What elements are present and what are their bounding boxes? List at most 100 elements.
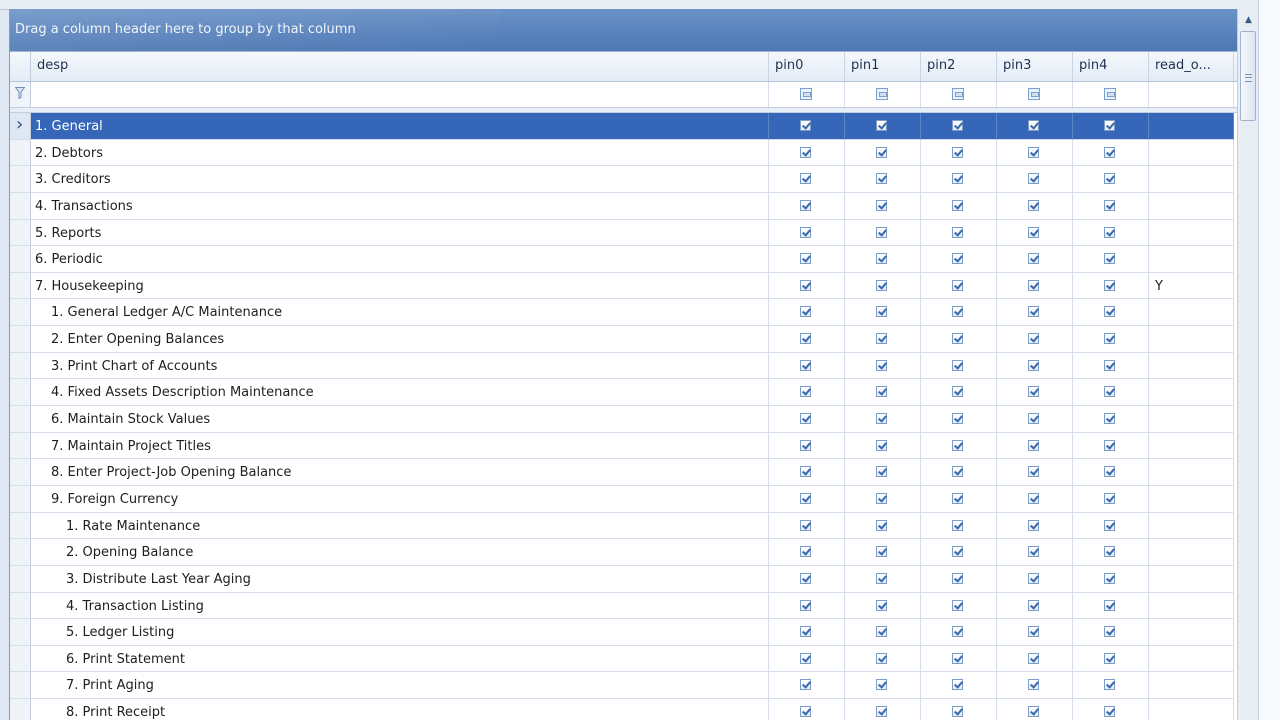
checkbox-pin0[interactable] bbox=[800, 120, 811, 131]
checkbox-pin3[interactable] bbox=[1028, 706, 1039, 718]
checkbox-pin1[interactable] bbox=[876, 492, 887, 504]
row-indicator-cell[interactable] bbox=[10, 219, 31, 247]
checkbox-pin3[interactable] bbox=[1028, 519, 1039, 531]
checkbox-pin1[interactable] bbox=[876, 626, 887, 638]
checkbox-pin1[interactable] bbox=[876, 333, 887, 345]
table-row[interactable]: 8. Print Receipt bbox=[10, 699, 1238, 720]
checkbox-pin2[interactable] bbox=[952, 226, 963, 238]
table-row[interactable]: 3. Distribute Last Year Aging bbox=[10, 565, 1238, 593]
checkbox-pin4[interactable] bbox=[1104, 333, 1115, 345]
checkbox-pin3[interactable] bbox=[1028, 572, 1039, 584]
checkbox-pin1[interactable] bbox=[876, 306, 887, 318]
row-indicator-cell[interactable] bbox=[10, 485, 31, 513]
cell-desp[interactable]: 5. Reports bbox=[31, 219, 769, 247]
checkbox-pin1[interactable] bbox=[876, 226, 887, 238]
row-indicator-cell[interactable] bbox=[10, 619, 31, 646]
checkbox-pin2[interactable] bbox=[952, 626, 963, 638]
filter-cell-pin3[interactable] bbox=[997, 82, 1073, 107]
checkbox-pin0[interactable] bbox=[800, 386, 811, 398]
cell-read-only[interactable] bbox=[1149, 565, 1234, 593]
row-indicator-cell[interactable] bbox=[10, 272, 31, 300]
cell-read-only[interactable] bbox=[1149, 166, 1234, 193]
checkbox-pin4[interactable] bbox=[1104, 306, 1115, 318]
checkbox-pin1[interactable] bbox=[876, 652, 887, 664]
row-indicator-cell[interactable] bbox=[10, 539, 31, 566]
table-row[interactable]: 6. Print Statement bbox=[10, 645, 1238, 673]
cell-read-only[interactable] bbox=[1149, 192, 1234, 220]
group-by-panel[interactable]: Drag a column header here to group by th… bbox=[10, 9, 1238, 51]
checkbox-pin0[interactable] bbox=[800, 146, 811, 158]
checkbox-pin2[interactable] bbox=[952, 652, 963, 664]
checkbox-pin3[interactable] bbox=[1028, 199, 1039, 211]
checkbox-pin1[interactable] bbox=[876, 519, 887, 531]
checkbox-pin4[interactable] bbox=[1104, 519, 1115, 531]
checkbox-pin2[interactable] bbox=[952, 253, 963, 265]
cell-read-only[interactable] bbox=[1149, 645, 1234, 673]
checkbox-pin0[interactable] bbox=[800, 253, 811, 265]
cell-desp[interactable]: 8. Enter Project-Job Opening Balance bbox=[31, 459, 769, 486]
column-header-pin1[interactable]: pin1 bbox=[845, 52, 921, 81]
row-indicator-cell[interactable] bbox=[10, 299, 31, 327]
row-indicator-cell[interactable]: › bbox=[10, 113, 31, 140]
checkbox-pin3[interactable] bbox=[1028, 253, 1039, 265]
cell-desp[interactable]: 4. Fixed Assets Description Maintenance bbox=[31, 379, 769, 407]
checkbox-pin3[interactable] bbox=[1028, 306, 1039, 318]
checkbox-pin4[interactable] bbox=[1104, 226, 1115, 238]
checkbox-pin4[interactable] bbox=[1104, 492, 1115, 504]
checkbox-pin3[interactable] bbox=[1028, 279, 1039, 291]
cell-desp[interactable]: 9. Foreign Currency bbox=[31, 485, 769, 513]
cell-read-only[interactable] bbox=[1149, 432, 1234, 460]
checkbox-pin3[interactable] bbox=[1028, 120, 1039, 131]
checkbox-pin0[interactable] bbox=[800, 466, 811, 478]
checkbox-pin2[interactable] bbox=[952, 492, 963, 504]
table-row[interactable]: › 1. General bbox=[10, 113, 1238, 140]
checkbox-pin1[interactable] bbox=[876, 173, 887, 185]
checkbox-pin2[interactable] bbox=[952, 413, 963, 425]
table-row[interactable]: 4. Transactions bbox=[10, 192, 1238, 220]
checkbox-pin4[interactable] bbox=[1104, 466, 1115, 478]
table-row[interactable]: 7. Maintain Project Titles bbox=[10, 432, 1238, 460]
checkbox-pin3[interactable] bbox=[1028, 226, 1039, 238]
checkbox-pin1[interactable] bbox=[876, 359, 887, 371]
checkbox-pin2[interactable] bbox=[952, 386, 963, 398]
cell-desp[interactable]: 8. Print Receipt bbox=[31, 699, 769, 720]
row-indicator-cell[interactable] bbox=[10, 645, 31, 673]
checkbox-pin3[interactable] bbox=[1028, 652, 1039, 664]
checkbox-pin4[interactable] bbox=[1104, 146, 1115, 158]
checkbox-pin4[interactable] bbox=[1104, 572, 1115, 584]
checkbox-pin4[interactable] bbox=[1104, 120, 1115, 131]
cell-read-only[interactable] bbox=[1149, 699, 1234, 720]
filter-checkbox-pin4[interactable] bbox=[1104, 88, 1116, 100]
cell-read-only[interactable] bbox=[1149, 459, 1234, 486]
checkbox-pin4[interactable] bbox=[1104, 199, 1115, 211]
filter-cell-pin4[interactable] bbox=[1073, 82, 1149, 107]
checkbox-pin3[interactable] bbox=[1028, 492, 1039, 504]
checkbox-pin2[interactable] bbox=[952, 706, 963, 718]
cell-read-only[interactable] bbox=[1149, 326, 1234, 353]
checkbox-pin0[interactable] bbox=[800, 359, 811, 371]
checkbox-pin0[interactable] bbox=[800, 546, 811, 558]
table-row[interactable]: 7. Housekeeping Y bbox=[10, 272, 1238, 300]
filter-checkbox-pin2[interactable] bbox=[952, 88, 964, 100]
checkbox-pin0[interactable] bbox=[800, 519, 811, 531]
checkbox-pin3[interactable] bbox=[1028, 333, 1039, 345]
row-indicator-cell[interactable] bbox=[10, 512, 31, 540]
table-row[interactable]: 4. Transaction Listing bbox=[10, 592, 1238, 620]
table-row[interactable]: 2. Debtors bbox=[10, 139, 1238, 167]
checkbox-pin4[interactable] bbox=[1104, 413, 1115, 425]
table-row[interactable]: 5. Reports bbox=[10, 219, 1238, 247]
checkbox-pin4[interactable] bbox=[1104, 173, 1115, 185]
cell-desp[interactable]: 7. Print Aging bbox=[31, 672, 769, 700]
cell-desp[interactable]: 2. Opening Balance bbox=[31, 539, 769, 566]
cell-read-only[interactable] bbox=[1149, 406, 1234, 433]
checkbox-pin4[interactable] bbox=[1104, 706, 1115, 718]
row-indicator-cell[interactable] bbox=[10, 565, 31, 593]
checkbox-pin2[interactable] bbox=[952, 679, 963, 691]
row-indicator-cell[interactable] bbox=[10, 406, 31, 433]
checkbox-pin2[interactable] bbox=[952, 199, 963, 211]
table-row[interactable]: 1. General Ledger A/C Maintenance bbox=[10, 299, 1238, 327]
row-indicator-cell[interactable] bbox=[10, 592, 31, 620]
checkbox-pin0[interactable] bbox=[800, 626, 811, 638]
column-header-pin2[interactable]: pin2 bbox=[921, 52, 997, 81]
row-indicator-cell[interactable] bbox=[10, 326, 31, 353]
